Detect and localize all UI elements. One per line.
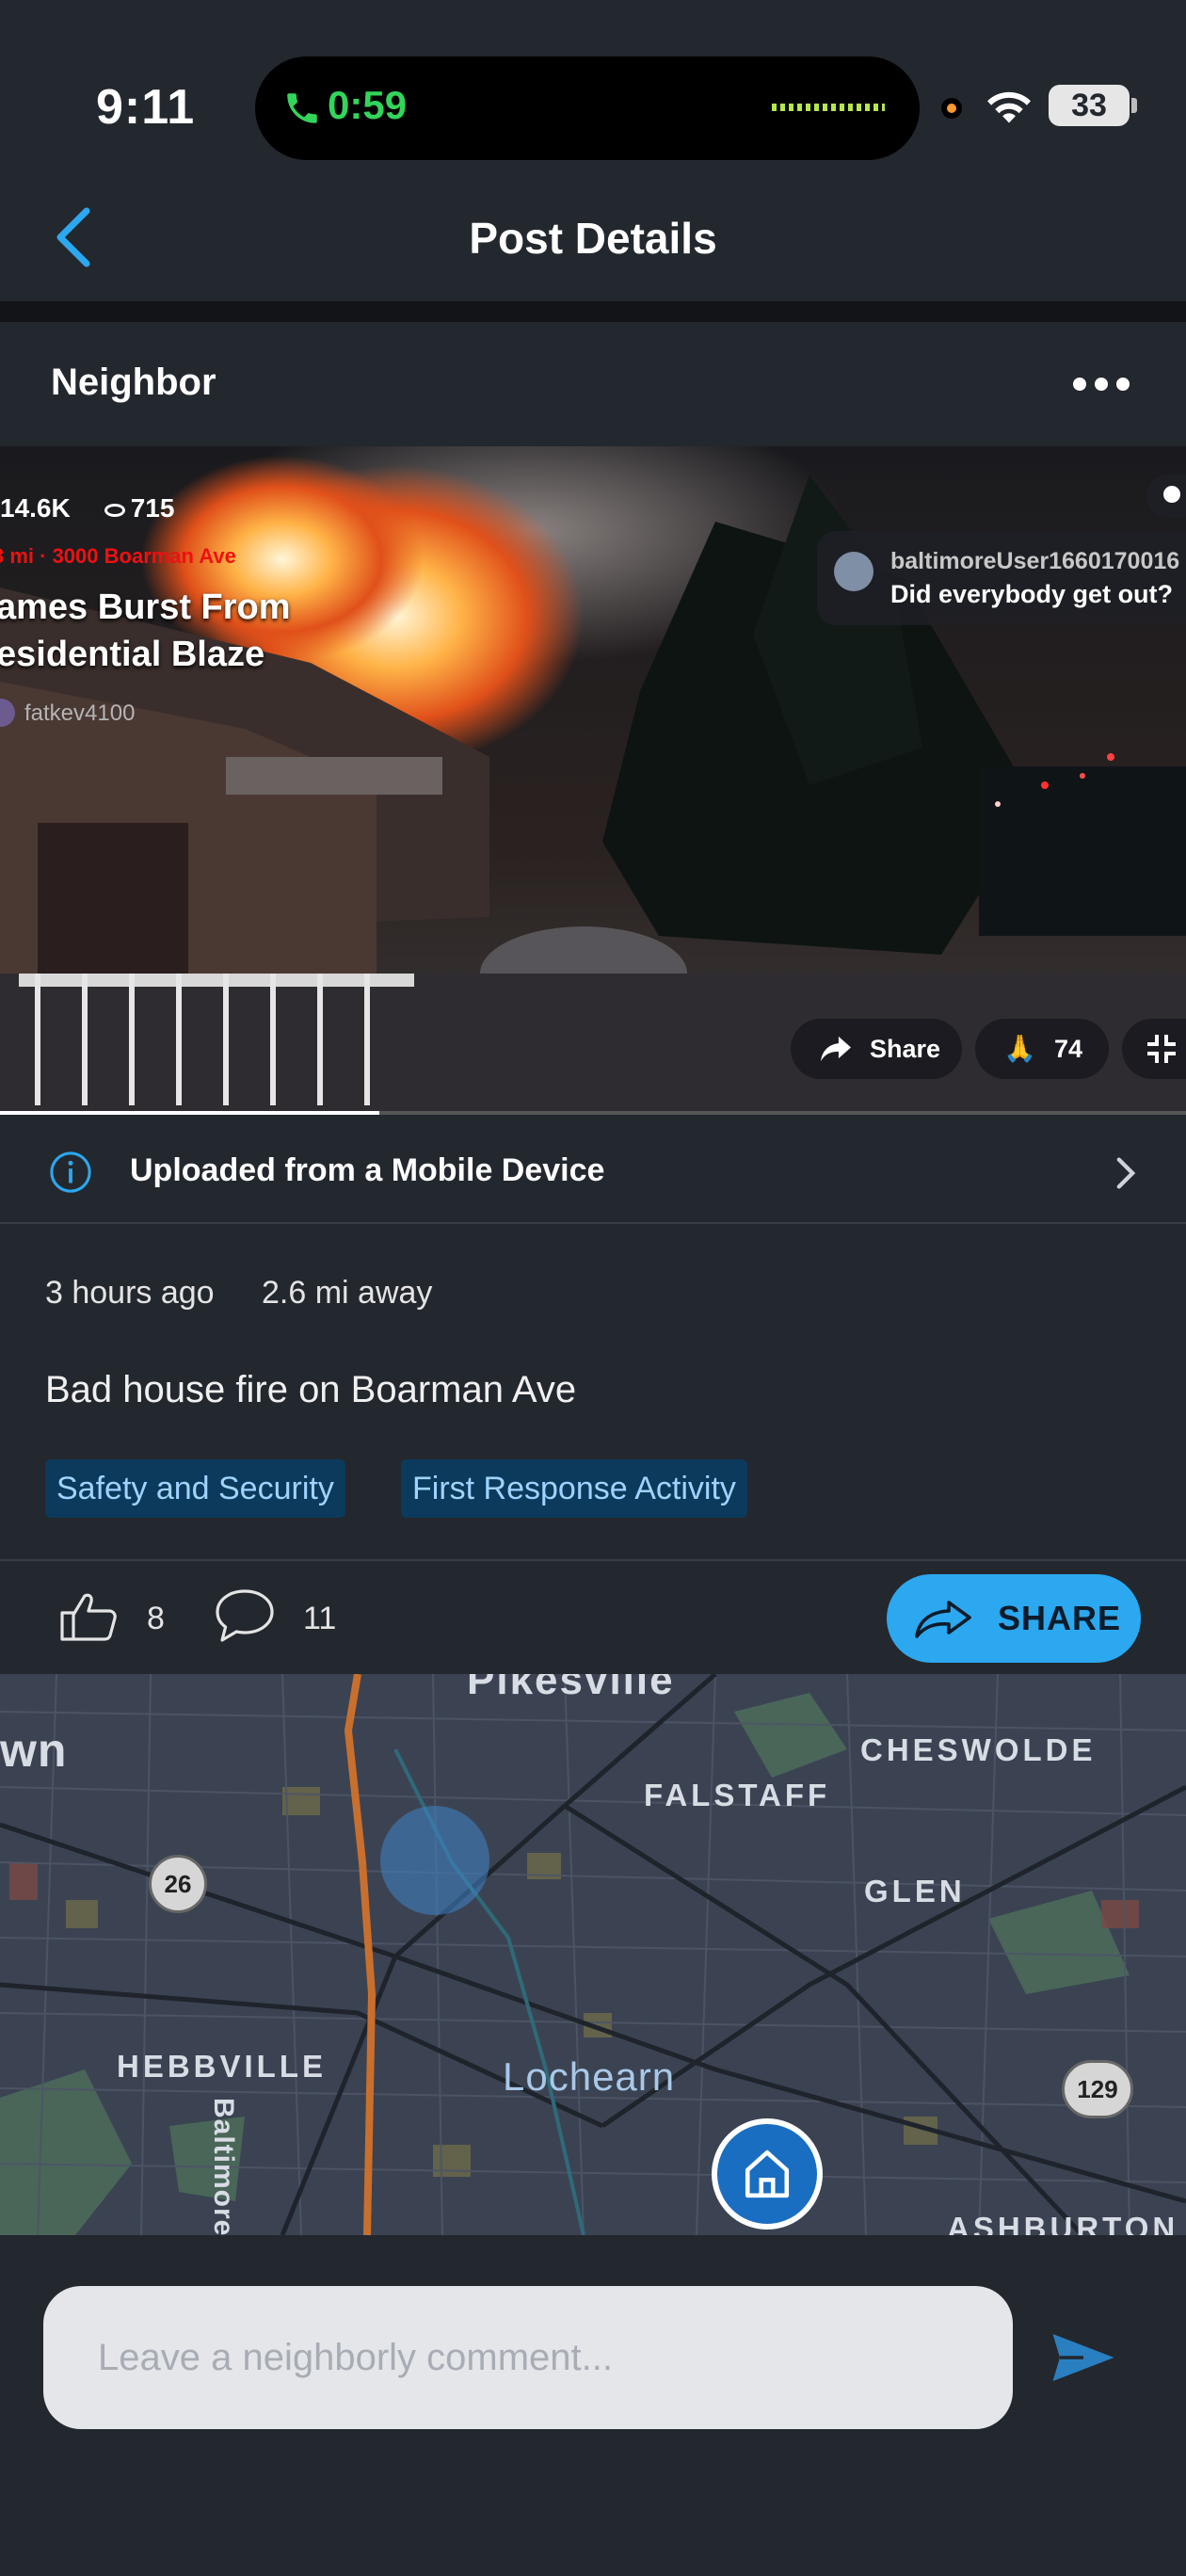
map-label: wn bbox=[0, 1724, 68, 1777]
chat-icon[interactable] bbox=[1146, 475, 1186, 518]
pray-icon: 🙏 bbox=[1003, 1034, 1036, 1063]
audio-waveform bbox=[772, 104, 885, 111]
post-body-text: Bad house fire on Boarman Ave bbox=[45, 1369, 577, 1410]
route-shield: 129 bbox=[1062, 2060, 1133, 2118]
video-stats: 14.6K 715 bbox=[0, 493, 174, 523]
chevron-right-icon bbox=[1116, 1157, 1136, 1189]
view-count: 14.6K bbox=[0, 493, 71, 523]
eye-icon bbox=[104, 503, 125, 517]
map-label: CHESWOLDE bbox=[860, 1732, 1097, 1767]
section-divider bbox=[0, 301, 1186, 322]
video-location: 3 mi · 3000 Boarman Ave bbox=[0, 544, 236, 568]
home-icon[interactable] bbox=[712, 2118, 823, 2230]
video-progress-fill bbox=[0, 1111, 380, 1115]
page-title: Post Details bbox=[469, 214, 717, 263]
post-time-ago: 3 hours ago bbox=[45, 1275, 215, 1311]
share-label: SHARE bbox=[998, 1599, 1122, 1637]
share-arrow-icon bbox=[821, 1036, 851, 1062]
tag-chip[interactable]: First Response Activity bbox=[401, 1459, 747, 1518]
live-comment-bubble: baltimoreUser1660170016 Did everybody ge… bbox=[817, 531, 1186, 625]
video-player[interactable]: 14.6K 715 3 mi · 3000 Boarman Ave ames Bu… bbox=[0, 446, 1186, 1115]
like-count: 8 bbox=[147, 1601, 165, 1636]
battery-indicator: 33 bbox=[1049, 85, 1130, 126]
wifi-icon bbox=[987, 91, 1031, 123]
battery-tip bbox=[1131, 98, 1137, 113]
location-map[interactable]: Pikesville wn CHESWOLDE FALSTAFF GLEN HE… bbox=[0, 1674, 1186, 2235]
comment-count: 11 bbox=[303, 1601, 337, 1636]
call-duration: 0:59 bbox=[328, 83, 408, 127]
map-label: Pikesville bbox=[467, 1674, 675, 1703]
map-label: FALSTAFF bbox=[644, 1778, 831, 1812]
video-share-button[interactable]: Share bbox=[791, 1019, 962, 1079]
recording-indicator-icon bbox=[941, 98, 962, 119]
send-icon[interactable] bbox=[1050, 2331, 1116, 2384]
uploader-name[interactable]: fatkev4100 bbox=[24, 700, 135, 727]
tag-chip[interactable]: Safety and Security bbox=[45, 1459, 345, 1518]
video-title-line: esidential Blaze bbox=[0, 635, 265, 674]
share-arrow-icon bbox=[915, 1601, 971, 1638]
video-title: ames Burst From esidential Blaze bbox=[0, 584, 316, 678]
video-reaction-button[interactable]: 🙏 74 bbox=[975, 1019, 1109, 1079]
post-author-label: Neighbor bbox=[51, 362, 216, 403]
upload-note: Uploaded from a Mobile Device bbox=[130, 1152, 605, 1188]
phone-icon bbox=[287, 93, 317, 123]
route-shield: 26 bbox=[149, 1855, 207, 1913]
video-share-label: Share bbox=[870, 1035, 941, 1063]
map-label: HEBBVILLE bbox=[117, 2049, 328, 2084]
comment-bubble-icon[interactable] bbox=[215, 1587, 275, 1644]
expand-icon[interactable] bbox=[1122, 1019, 1186, 1079]
map-label: GLEN bbox=[864, 1874, 966, 1908]
comment-input[interactable] bbox=[43, 2286, 1013, 2429]
commenter-name: baltimoreUser1660170016 bbox=[890, 548, 1180, 574]
status-time: 9:11 bbox=[96, 80, 196, 135]
video-title-line: ames Burst From bbox=[0, 588, 291, 627]
map-label: Lochearn bbox=[503, 2054, 676, 2099]
info-icon bbox=[50, 1151, 91, 1193]
map-label: ASHBURTON bbox=[947, 2211, 1179, 2235]
section-divider bbox=[0, 1559, 1186, 1561]
comment-text: Did everybody get out? bbox=[890, 580, 1174, 608]
thumbs-up-icon[interactable] bbox=[58, 1589, 119, 1644]
share-button[interactable]: SHARE bbox=[887, 1574, 1141, 1663]
watching-count: 715 bbox=[130, 493, 175, 523]
more-options-icon[interactable] bbox=[1073, 373, 1130, 397]
map-label: Baltimore Beltw bbox=[208, 2098, 239, 2235]
reaction-count: 74 bbox=[1054, 1035, 1083, 1063]
commenter-avatar bbox=[834, 552, 873, 591]
post-distance: 2.6 mi away bbox=[262, 1275, 433, 1311]
